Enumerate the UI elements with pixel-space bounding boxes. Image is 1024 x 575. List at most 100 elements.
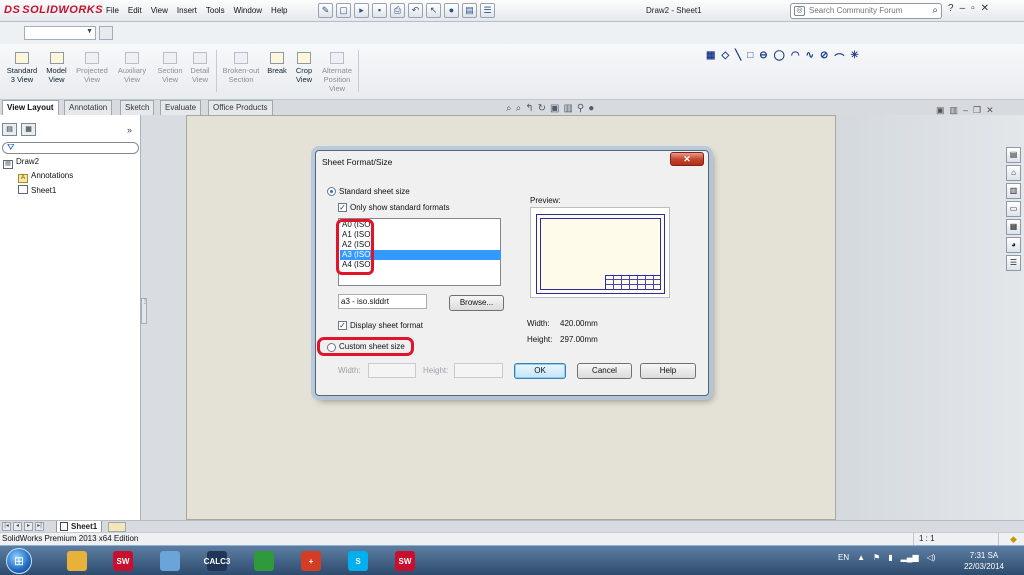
previous-view-icon[interactable]: ↰ xyxy=(525,103,533,114)
search-input[interactable] xyxy=(809,6,919,15)
print-icon[interactable]: ⎙ xyxy=(390,3,405,18)
home-icon[interactable]: ⌂ xyxy=(1006,165,1021,181)
menu-view[interactable]: View xyxy=(151,6,168,15)
crop-view-button[interactable]: Crop View xyxy=(292,52,316,84)
close-icon[interactable]: ✕ xyxy=(981,3,989,14)
appearance-icon[interactable]: ● xyxy=(588,103,594,114)
sheet-scale[interactable]: 1 : 1 xyxy=(913,533,999,545)
tree-item-root[interactable]: ▤ Draw2 xyxy=(3,157,39,169)
arc-icon[interactable]: ◠ xyxy=(791,50,800,65)
dialog-close-button[interactable]: ✕ xyxy=(670,152,704,166)
display-format-checkbox[interactable]: ✓ xyxy=(338,321,347,330)
last-sheet-icon[interactable]: ▸| xyxy=(35,522,44,531)
save-icon[interactable]: ▪ xyxy=(372,3,387,18)
browse-button[interactable]: Browse... xyxy=(449,295,504,311)
menu-tools[interactable]: Tools xyxy=(206,6,225,15)
format-file-field[interactable] xyxy=(338,294,427,309)
detail-view-button[interactable]: Detail View xyxy=(188,52,212,84)
menu-help[interactable]: Help xyxy=(271,6,287,15)
open-folder-icon[interactable]: ▸ xyxy=(354,3,369,18)
menu-insert[interactable]: Insert xyxy=(177,6,197,15)
show-hidden-icons-icon[interactable]: ▲ xyxy=(857,553,865,562)
slot-icon[interactable]: ⊖ xyxy=(759,50,767,65)
custom-height-input[interactable] xyxy=(454,363,503,378)
tab-evaluate[interactable]: Evaluate xyxy=(160,100,202,115)
split-view-icon[interactable]: ▣ xyxy=(936,105,945,116)
tab-view-layout[interactable]: View Layout xyxy=(2,100,59,116)
configuration-combo[interactable]: ▼ xyxy=(24,26,96,40)
property-manager-icon[interactable]: ▦ xyxy=(21,123,36,136)
undo-icon[interactable]: ↶ xyxy=(408,3,423,18)
cancel-button[interactable]: Cancel xyxy=(577,363,632,379)
help-icon[interactable]: ? xyxy=(948,3,954,14)
point-icon[interactable]: ✳ xyxy=(850,50,858,65)
menu-file[interactable]: File xyxy=(106,6,119,15)
only-standard-checkbox[interactable]: ✓ xyxy=(338,203,347,212)
battery-icon[interactable]: ▮ xyxy=(888,553,892,562)
taskbar-app-calculator[interactable]: CALC3 xyxy=(197,549,237,573)
taskbar-app-chrome[interactable] xyxy=(244,549,284,573)
section-view-button[interactable]: Section View xyxy=(154,52,186,84)
tab-sketch[interactable]: Sketch xyxy=(120,100,155,115)
tree-item-annotations[interactable]: A Annotations xyxy=(18,171,73,183)
smart-dimension-icon[interactable]: ◇ xyxy=(721,50,729,65)
taskbar-app-file-explorer[interactable] xyxy=(57,549,97,573)
taskbar-app-antivirus[interactable]: + xyxy=(291,549,331,573)
start-button[interactable]: ⊞ xyxy=(6,548,32,574)
volume-icon[interactable]: ◁) xyxy=(927,553,936,562)
design-library-icon[interactable]: ▥ xyxy=(1006,183,1021,199)
tree-filter-input[interactable]: ⛛ xyxy=(2,142,139,154)
add-sheet-button[interactable] xyxy=(108,522,126,532)
network-icon[interactable]: ▂▄▆ xyxy=(901,553,919,562)
menu-edit[interactable]: Edit xyxy=(128,6,142,15)
model-view-button[interactable]: Model View xyxy=(43,52,70,84)
rebuild-status-icon[interactable]: ◆ xyxy=(1010,534,1017,545)
new-document-icon[interactable]: ▢ xyxy=(336,3,351,18)
zoom-to-fit-icon[interactable]: ⌕ xyxy=(506,103,512,114)
custom-properties-icon[interactable]: ☰ xyxy=(1006,255,1021,271)
circle-icon[interactable]: ◯ xyxy=(774,50,785,65)
search-box[interactable]: ◎ ⌕ xyxy=(790,3,942,19)
splitter-handle[interactable]: ⋮ xyxy=(141,298,148,324)
appearances-icon[interactable]: ◕ xyxy=(1006,237,1021,253)
line-icon[interactable]: ╲ xyxy=(735,50,741,65)
zoom-to-area-icon[interactable]: ⌕ xyxy=(516,103,522,114)
tree-item-sheet[interactable]: Sheet1 xyxy=(18,185,56,195)
help-button[interactable]: Help xyxy=(640,363,696,379)
custom-width-input[interactable] xyxy=(368,363,416,378)
resources-icon[interactable]: ▤ xyxy=(1006,147,1021,163)
standard-3-view-button[interactable]: Standard 3 View xyxy=(4,52,40,84)
ok-button[interactable]: OK xyxy=(514,363,566,379)
file-properties-icon[interactable]: ▤ xyxy=(462,3,477,18)
tab-office-products[interactable]: Office Products xyxy=(208,100,273,115)
language-indicator[interactable]: EN xyxy=(838,553,849,562)
prev-sheet-icon[interactable]: ◂ xyxy=(13,522,22,531)
auxiliary-view-button[interactable]: Auxiliary View xyxy=(114,52,150,84)
menu-window[interactable]: Window xyxy=(234,6,262,15)
viewport-close-icon[interactable]: ✕ xyxy=(986,105,994,116)
solidworks-logo[interactable]: DS SOLIDWORKS xyxy=(4,4,103,16)
hide-show-icon[interactable]: ⚲ xyxy=(577,103,584,114)
tile-view-icon[interactable]: ▥ xyxy=(950,105,959,116)
collapse-panel-icon[interactable]: » xyxy=(127,125,132,135)
spline-icon[interactable]: ∿ xyxy=(806,50,814,65)
rotate-icon[interactable]: ↻ xyxy=(538,103,546,114)
tab-annotation[interactable]: Annotation xyxy=(64,100,113,115)
action-center-icon[interactable]: ⚑ xyxy=(873,553,880,562)
restore-icon[interactable]: ▫ xyxy=(971,3,975,14)
combo-action-button[interactable] xyxy=(99,26,113,40)
broken-out-section-button[interactable]: Broken-out Section xyxy=(219,52,263,84)
select-icon[interactable]: ↖ xyxy=(426,3,441,18)
section-icon[interactable]: ▣ xyxy=(550,103,559,114)
view-palette-icon[interactable]: ▦ xyxy=(1006,219,1021,235)
minimize-icon[interactable]: – xyxy=(960,3,966,14)
taskbar-app-skype[interactable]: S xyxy=(338,549,378,573)
next-sheet-icon[interactable]: ▸ xyxy=(24,522,33,531)
alternate-position-view-button[interactable]: Alternate Position View xyxy=(318,52,356,93)
fillet-icon[interactable]: ⌒ xyxy=(834,50,844,65)
file-explorer-icon[interactable]: ▭ xyxy=(1006,201,1021,217)
clock[interactable]: 7:31 SA 22/03/2014 xyxy=(960,550,1008,572)
feature-tree-icon[interactable]: ▤ xyxy=(2,123,17,136)
pin-icon[interactable]: ✎ xyxy=(318,3,333,18)
taskbar-app-solidworks[interactable]: SW xyxy=(103,549,143,573)
